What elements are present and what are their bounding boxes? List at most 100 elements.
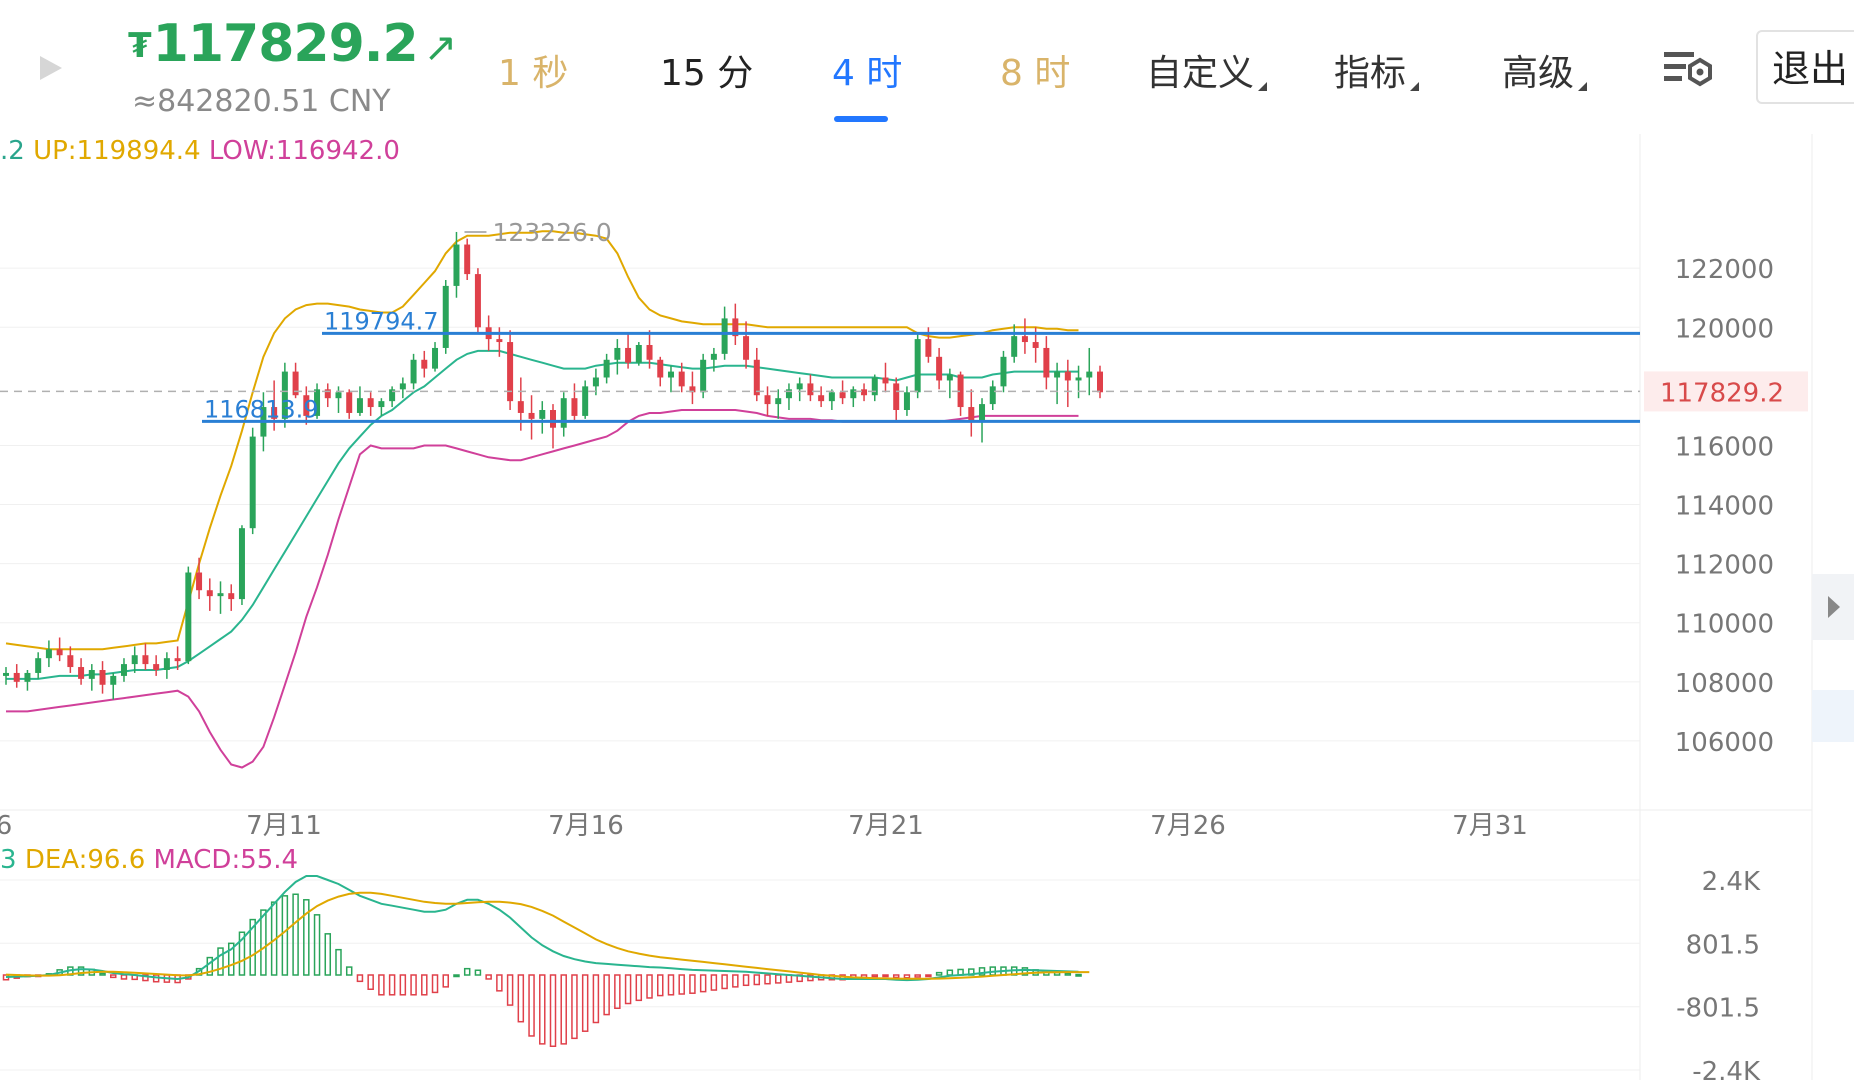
candle-body (1000, 356, 1007, 387)
candle-body (88, 670, 95, 679)
macd-histogram-bar (624, 974, 632, 1005)
candle-body (249, 436, 256, 529)
candle-body (710, 353, 717, 360)
candle-body (378, 401, 385, 408)
candle-body (324, 389, 331, 399)
candle-body (807, 383, 814, 396)
candle-body (163, 658, 170, 670)
candle-body (3, 672, 9, 676)
chart-settings-icon[interactable] (1662, 46, 1714, 92)
boll-upper-line (5, 230, 1079, 651)
macd-histogram-bar (871, 974, 879, 978)
candle-body (110, 675, 117, 685)
menu-advanced[interactable]: 高级 (1502, 44, 1588, 96)
candle-body (785, 389, 792, 399)
candle-body (979, 404, 986, 422)
candle-body (667, 371, 674, 378)
candle-body (517, 401, 524, 413)
macd-histogram-bar (453, 974, 460, 978)
candle-body (507, 342, 514, 402)
candle-body (550, 410, 556, 428)
price-chart[interactable]: 122000 120000 116000 114000 112000 110000 1080… (0, 134, 1854, 1080)
y-tick-label: 112000 (1675, 551, 1774, 581)
exit-button[interactable]: 退出 (1756, 30, 1854, 104)
dropdown-corner-icon (1410, 82, 1420, 91)
macd-histogram-bar (388, 974, 396, 996)
candle-body (356, 398, 363, 413)
tab-4h[interactable]: 4 时 (832, 44, 902, 96)
current-price-tag: 117829.2 (1660, 378, 1784, 408)
macd-histogram-bar (1064, 972, 1072, 976)
candle-body (174, 658, 181, 662)
y-tick-label: 108000 (1675, 669, 1774, 699)
candle-body (818, 395, 825, 402)
candle-body (946, 374, 953, 381)
x-tick-label: 7月31 (1452, 811, 1528, 841)
candle-body (882, 377, 889, 384)
macd-histogram-bar (1075, 973, 1082, 977)
macd-histogram-bar (506, 974, 514, 1006)
macd-histogram-bar (303, 899, 310, 976)
tab-8h[interactable]: 8 时 (1000, 44, 1070, 96)
candle-body (67, 655, 74, 668)
candle-body (35, 658, 42, 673)
macd-histogram-bar (378, 974, 385, 996)
macd-histogram-bar (603, 974, 610, 1016)
candle-body (99, 670, 106, 685)
candle-body (421, 359, 428, 369)
y-tick-label: 110000 (1675, 610, 1774, 640)
dropdown-corner-icon (1578, 82, 1588, 91)
macd-histogram-bar (517, 974, 525, 1023)
candle-body (914, 339, 921, 393)
menu-advanced-label: 高级 (1502, 53, 1575, 94)
candle-body (968, 407, 975, 422)
macd-histogram-bar (560, 974, 567, 1045)
tab-1s[interactable]: 1 秒 (498, 44, 568, 96)
candle-body (1032, 342, 1039, 348)
candle-body (925, 339, 932, 357)
candle-body (989, 386, 996, 405)
y-tick-label: 106000 (1675, 728, 1774, 758)
up-arrow-icon: ↗ (423, 25, 458, 71)
macd-histogram-bar (614, 974, 621, 1009)
price-value: 117829.2 (152, 14, 419, 74)
macd-tick-label: -2.4K (1692, 1057, 1761, 1080)
macd-histogram-bar (903, 974, 911, 979)
candle-body (592, 377, 599, 387)
candle-body (753, 359, 760, 396)
macd-histogram-bar (399, 974, 407, 996)
candle-body (131, 655, 138, 665)
candle-body (367, 398, 374, 408)
candle-body (78, 667, 85, 679)
macd-histogram-bar (485, 974, 492, 980)
menu-custom[interactable]: 自定义 (1146, 44, 1268, 96)
menu-indicators[interactable]: 指标 (1334, 44, 1420, 96)
macd-histogram-bar (421, 974, 428, 996)
candle-body (1097, 371, 1103, 393)
macd-histogram-bar (689, 974, 696, 994)
candle-body (721, 318, 728, 354)
active-tab-indicator (834, 116, 888, 122)
macd-histogram-bar (581, 974, 589, 1032)
candle-body (13, 672, 20, 682)
candle-body (1054, 371, 1061, 378)
candle-body (1086, 371, 1093, 378)
dropdown-corner-icon (1258, 82, 1268, 91)
macd-histogram-bar (217, 947, 224, 976)
macd-histogram-bar (914, 974, 921, 978)
tab-15m[interactable]: 15 分 (660, 44, 753, 96)
candle-body (142, 655, 149, 665)
candle-body (196, 572, 203, 591)
candle-body (432, 347, 439, 369)
boll-mid-line (6, 349, 1079, 680)
y-tick-label: 114000 (1675, 492, 1774, 522)
macd-histogram-bar (539, 974, 546, 1045)
expand-panel-button[interactable] (1812, 574, 1854, 640)
macd-histogram-bar (892, 974, 900, 979)
play-icon[interactable] (32, 48, 72, 88)
macd-histogram-bar (367, 974, 374, 990)
x-tick-label: 7月11 (246, 811, 322, 841)
candle-body (828, 392, 835, 402)
x-tick-label: 7月26 (1150, 811, 1226, 841)
candle-body (571, 398, 578, 416)
